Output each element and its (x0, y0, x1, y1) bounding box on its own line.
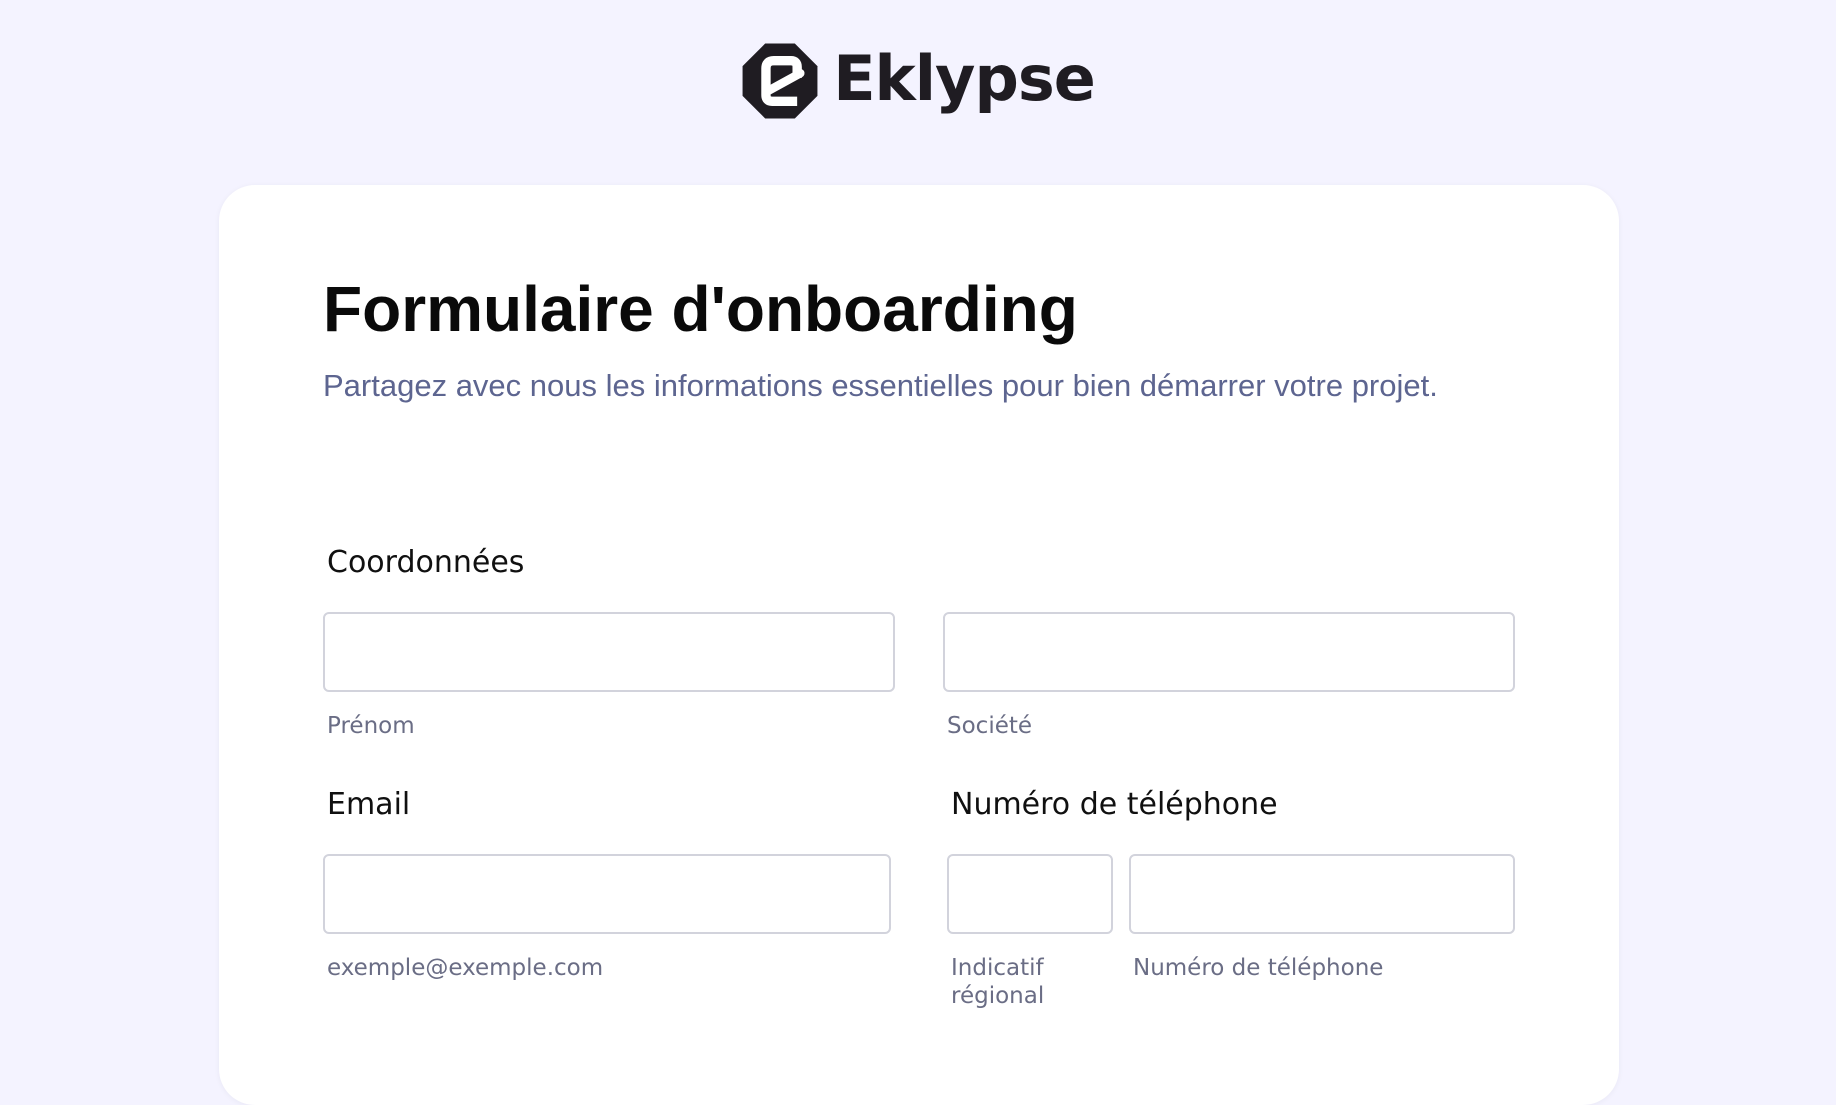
page-title: Formulaire d'onboarding (323, 273, 1078, 345)
first-name-field[interactable] (323, 612, 895, 692)
company-sublabel: Société (947, 713, 1033, 739)
email-field[interactable] (323, 854, 891, 934)
eklypse-logo-icon (742, 43, 818, 119)
company-field[interactable] (943, 612, 1515, 692)
section-label-coordonnees: Coordonnées (327, 545, 525, 580)
first-name-sublabel: Prénom (327, 713, 415, 739)
section-label-email: Email (327, 787, 411, 822)
phone-number-field[interactable] (1129, 854, 1515, 934)
section-label-phone: Numéro de téléphone (951, 787, 1278, 822)
area-code-sublabel: Indicatif régional (951, 955, 1045, 1009)
brand-name: Eklypse (833, 42, 1096, 115)
email-sublabel: exemple@exemple.com (327, 955, 604, 981)
brand-header: Eklypse (0, 42, 1836, 120)
area-code-field[interactable] (947, 854, 1113, 934)
phone-number-sublabel: Numéro de téléphone (1133, 955, 1384, 981)
page-subtitle: Partagez avec nous les informations esse… (323, 368, 1438, 403)
onboarding-form-card: Formulaire d'onboarding Partagez avec no… (219, 185, 1619, 1105)
